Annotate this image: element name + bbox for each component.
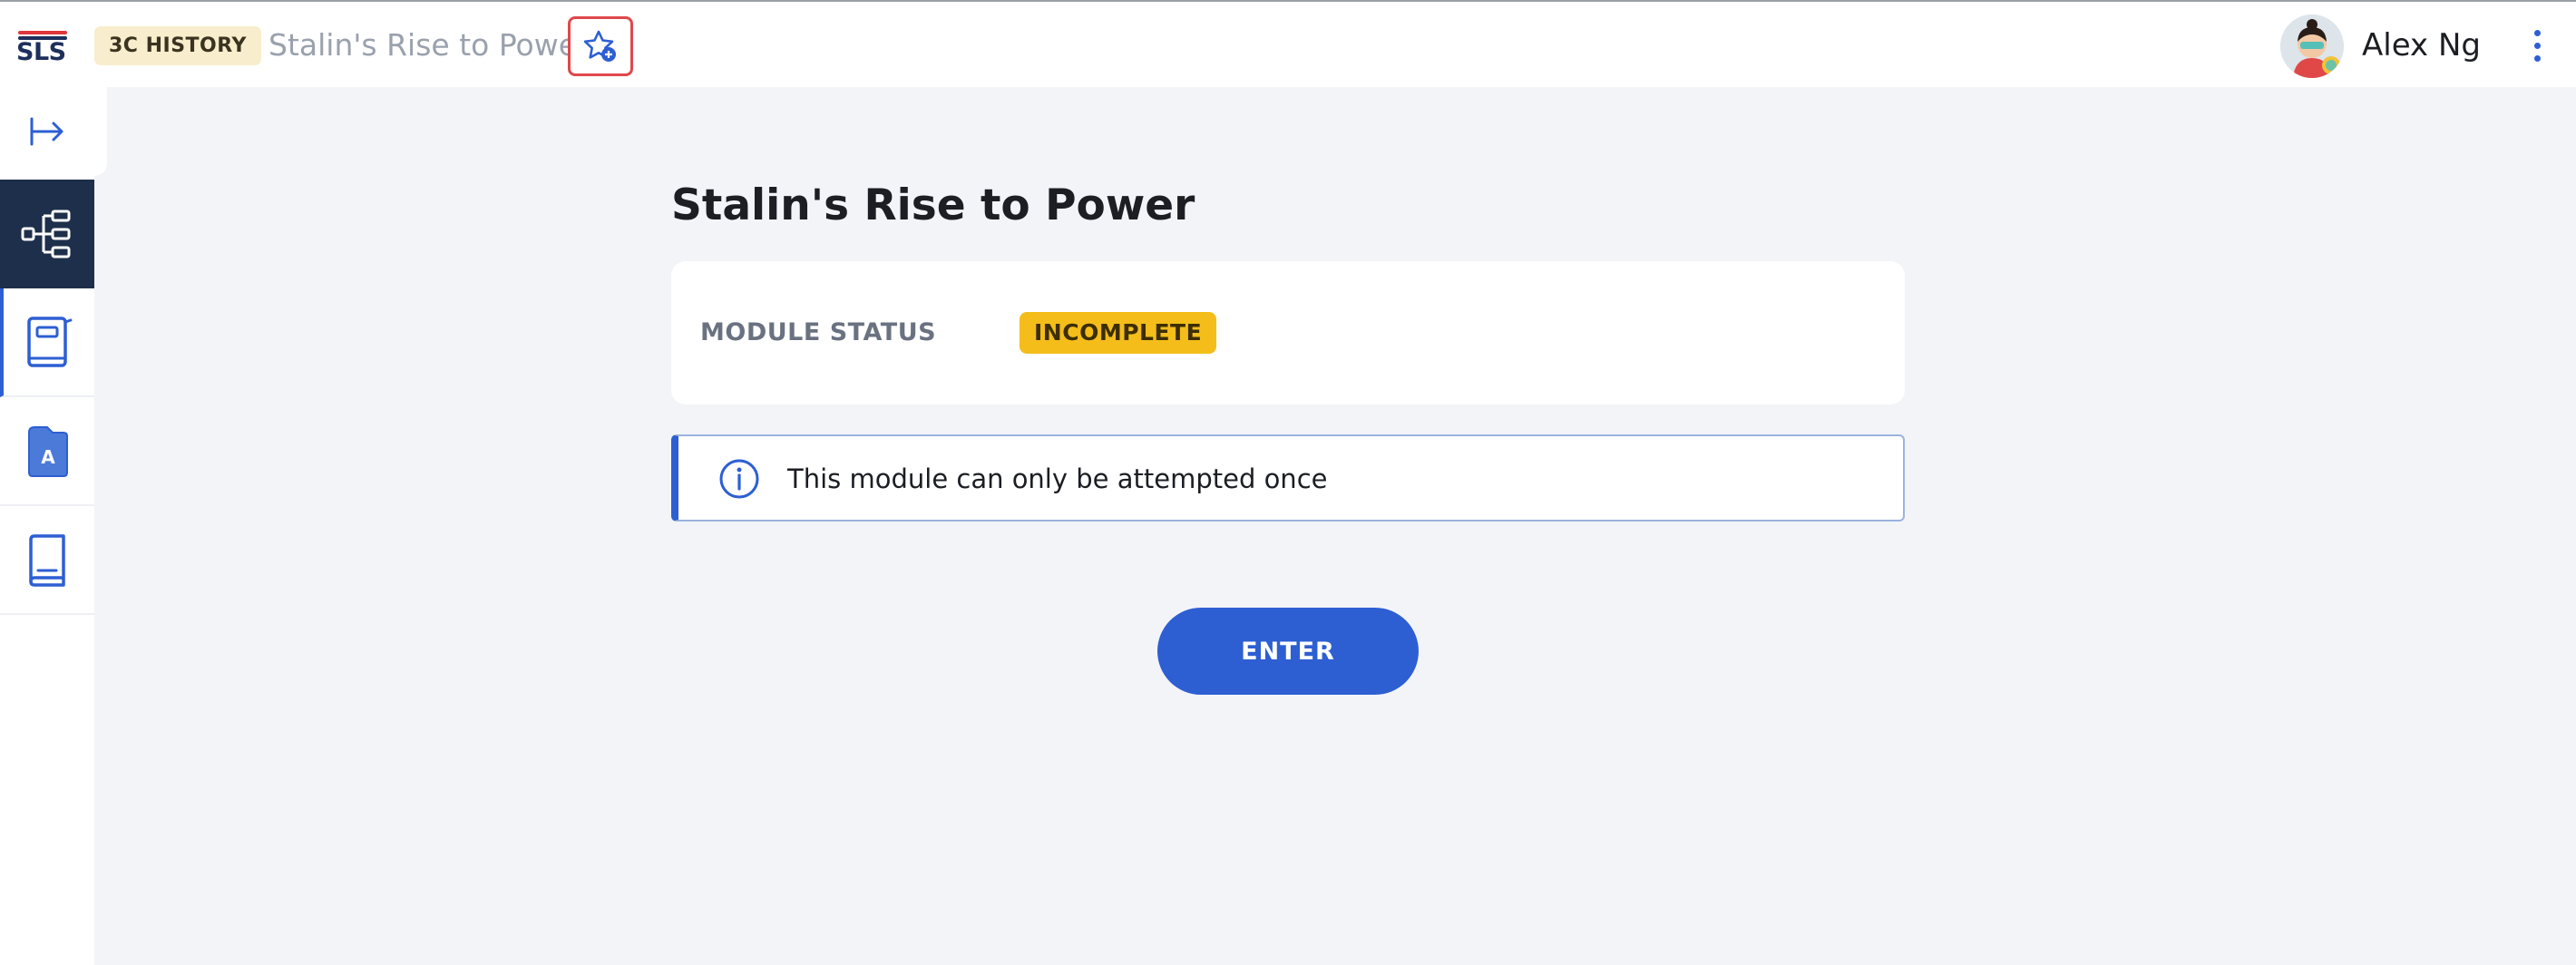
book-icon bbox=[29, 534, 65, 587]
subject-badge[interactable]: 3C HISTORY bbox=[94, 26, 261, 65]
info-icon bbox=[719, 459, 759, 499]
module-status-card: MODULE STATUS INCOMPLETE bbox=[671, 261, 1905, 405]
tree-structure-icon bbox=[21, 210, 71, 258]
page-title: Stalin's Rise to Power bbox=[671, 180, 1195, 230]
info-banner: This module can only be attempted once bbox=[671, 434, 1905, 521]
enter-button[interactable]: ENTER bbox=[1157, 608, 1419, 695]
logo-text: SLS bbox=[16, 38, 66, 66]
svg-text:A: A bbox=[41, 446, 55, 468]
kebab-dot bbox=[2533, 54, 2541, 62]
info-message: This module can only be attempted once bbox=[787, 463, 1328, 494]
sidebar-expand-button[interactable] bbox=[0, 87, 107, 176]
status-badge: INCOMPLETE bbox=[1020, 312, 1217, 354]
sidebar-item-assessment[interactable]: A bbox=[0, 397, 94, 506]
sidebar-item-lesson-map[interactable] bbox=[0, 180, 94, 288]
assessment-icon: A bbox=[28, 426, 68, 477]
user-name[interactable]: Alex Ng bbox=[2362, 24, 2481, 67]
sls-logo[interactable]: SLS bbox=[16, 27, 71, 66]
sidebar-item-resources[interactable] bbox=[0, 506, 94, 615]
expand-arrow-icon bbox=[30, 117, 63, 146]
top-bar: SLS 3C HISTORY Stalin's Rise to Power Al… bbox=[0, 0, 2576, 87]
logo-red-stripe bbox=[18, 31, 67, 34]
module-status-label: MODULE STATUS bbox=[700, 318, 937, 346]
notebook-icon bbox=[27, 317, 73, 367]
kebab-dot bbox=[2533, 42, 2541, 49]
kebab-dot bbox=[2533, 29, 2541, 36]
avatar-illustration bbox=[2280, 15, 2344, 78]
sidebar: A bbox=[0, 87, 107, 965]
page-breadcrumb: Stalin's Rise to Power bbox=[268, 27, 590, 63]
sidebar-item-notes[interactable] bbox=[0, 288, 94, 397]
add-favourite-button[interactable] bbox=[568, 16, 633, 76]
user-avatar[interactable] bbox=[2280, 15, 2344, 78]
kebab-menu-icon[interactable] bbox=[2522, 22, 2552, 69]
star-add-icon bbox=[583, 30, 616, 62]
